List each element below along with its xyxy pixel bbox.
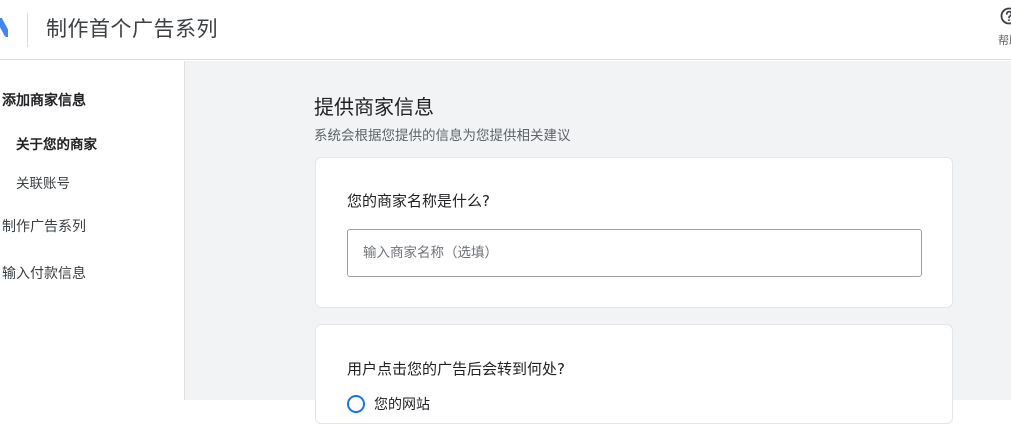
business-name-question: 您的商家名称是什么?: [347, 190, 490, 211]
setup-steps-sidebar: 添加商家信息 关于您的商家 关联账号 制作广告系列 输入付款信息: [0, 61, 185, 400]
sidebar-item-add-business-info[interactable]: 添加商家信息: [2, 90, 86, 110]
sidebar-item-payment-info[interactable]: 输入付款信息: [2, 263, 86, 283]
website-radio-label[interactable]: 您的网站: [374, 394, 430, 414]
sidebar-item-link-accounts[interactable]: 关联账号: [16, 172, 70, 192]
ad-destination-card: 用户点击您的广告后会转到何处? 您的网站: [315, 324, 953, 424]
help-circle-icon: [1000, 7, 1011, 25]
top-app-bar: 制作首个广告系列 帮助: [0, 0, 1011, 60]
sidebar-item-about-business[interactable]: 关于您的商家: [16, 133, 97, 153]
website-radio-button[interactable]: [347, 395, 365, 413]
section-title: 提供商家信息: [314, 91, 434, 120]
main-content: 提供商家信息 系统会根据您提供的信息为您提供相关建议 您的商家名称是什么? 用户…: [185, 61, 1011, 400]
business-name-input[interactable]: [347, 229, 922, 277]
google-ads-logo-icon[interactable]: [0, 18, 8, 40]
help-label: 帮助: [998, 32, 1011, 48]
ad-destination-question: 用户点击您的广告后会转到何处?: [347, 358, 565, 379]
header-divider: [27, 13, 28, 47]
business-name-card: 您的商家名称是什么?: [315, 157, 953, 308]
page-title: 制作首个广告系列: [46, 14, 218, 44]
sidebar-item-create-campaign[interactable]: 制作广告系列: [2, 216, 86, 236]
help-button[interactable]: 帮助: [996, 4, 1011, 54]
section-subtitle: 系统会根据您提供的信息为您提供相关建议: [314, 124, 571, 144]
